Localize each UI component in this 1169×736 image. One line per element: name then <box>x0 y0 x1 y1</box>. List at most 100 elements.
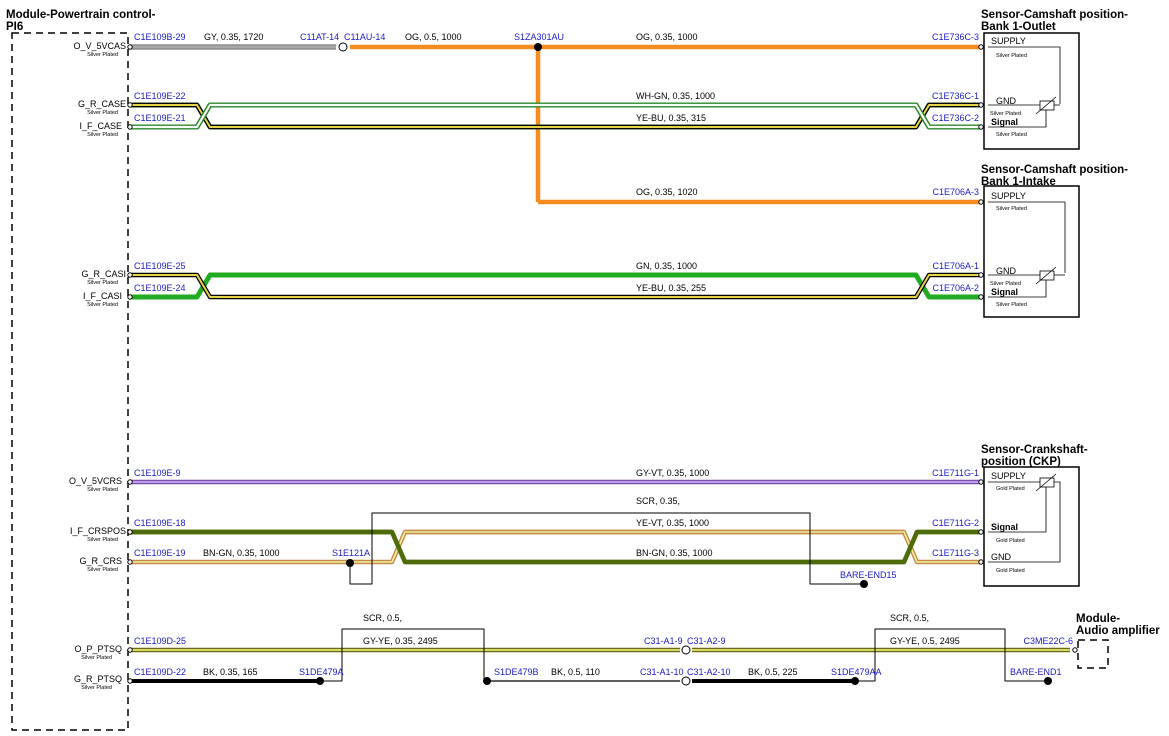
ckp-title-line1: Sensor-Crankshaft- <box>981 444 1088 456</box>
pin-label: O_P_PTSQ <box>74 644 122 654</box>
wire-label: OG, 0.35, 1000 <box>636 32 698 42</box>
wire-scr-shield-crs <box>349 512 864 585</box>
sensor-pin-plating: Gold Plated <box>996 538 1025 544</box>
pcm-title-line1: Module-Powertrain control- <box>6 9 156 21</box>
inline-connectors <box>338 42 691 686</box>
sensor-pin-labels: SUPPLY Silver Plated GND Silver Plated S… <box>990 36 1027 574</box>
connector-label: C31-A1-9 <box>644 636 683 646</box>
connector-label: C31-A1-10 <box>640 667 684 677</box>
wire-label: GY-YE, 0.5, 2495 <box>890 636 960 646</box>
connector-label: C1E109E-9 <box>134 468 181 478</box>
pin-label: I_F_CASI <box>83 291 122 301</box>
pin-plating: Silver Plated <box>87 302 118 308</box>
pin-label: I_F_CASE <box>79 121 122 131</box>
connector-label: C1E109E-21 <box>134 113 186 123</box>
pin-plating: Silver Plated <box>87 537 118 543</box>
pin-label: G_R_CRS <box>79 556 122 566</box>
sensor-pin-plating: Silver Plated <box>996 53 1027 59</box>
connector-label: S1DE479B <box>494 667 539 677</box>
sensor-pin-plating: Silver Plated <box>996 302 1027 308</box>
pin-plating: Silver Plated <box>87 110 118 116</box>
connector-label: C1E109D-22 <box>134 667 186 677</box>
wire-label: SCR, 0.5, <box>890 613 929 623</box>
connector-label: C1E109D-25 <box>134 636 186 646</box>
sensor-pin-label: GND <box>996 266 1017 276</box>
cam-outlet-title-line1: Sensor-Camshaft position- <box>981 9 1128 21</box>
cam-intake-title-line1: Sensor-Camshaft position- <box>981 164 1128 176</box>
connector-label: C11AU-14 <box>344 32 385 42</box>
connector-label: C3ME22C-6 <box>1023 636 1073 646</box>
module-crankshaft-sensor: Sensor-Crankshaft- position (CKP) <box>981 444 1088 587</box>
sensor-pin-label: GND <box>991 552 1012 562</box>
pin-label: O_V_5VCAS <box>73 41 126 51</box>
connector-label: S1E121A <box>332 548 370 558</box>
wire-label: BN-GN, 0.35, 1000 <box>636 548 713 558</box>
connector-label: C1E736C-1 <box>932 91 979 101</box>
module-cam-sensor-outlet: Sensor-Camshaft position- Bank 1-Outlet <box>981 9 1128 150</box>
pcm-title-line2: PI6 <box>6 21 23 33</box>
connector-label: C1E109E-19 <box>134 548 186 558</box>
wire-label: GY, 0.35, 1720 <box>204 32 263 42</box>
connector-label: C1E109E-25 <box>134 261 186 271</box>
pin-plating: Silver Plated <box>81 655 112 661</box>
connector-label: C1E711G-2 <box>932 518 979 528</box>
pin-label: G_R_CASE <box>78 99 126 109</box>
wires <box>130 44 1070 683</box>
audio-title-line2: Audio amplifier <box>1076 625 1160 637</box>
connector-label: C1E736C-3 <box>932 32 979 42</box>
connector-label: C1E109E-24 <box>134 283 186 293</box>
wire-label: BK, 0.5, 110 <box>551 667 600 677</box>
wire-label: GN, 0.35, 1000 <box>636 261 697 271</box>
wire-label: YE-BU, 0.35, 315 <box>636 113 706 123</box>
sensor-pin-label: SUPPLY <box>991 36 1026 46</box>
pin-plating: Silver Plated <box>87 567 118 573</box>
wire-label: YE-VT, 0.35, 1000 <box>636 518 709 528</box>
sensor-pin-label: Signal <box>991 522 1018 532</box>
wire-case-twisted-pair <box>130 102 980 130</box>
pin-plating: Silver Plated <box>87 487 118 493</box>
connector-label: C1E711G-3 <box>932 548 979 558</box>
cam-outlet-title-line2: Bank 1-Outlet <box>981 21 1056 33</box>
module-audio-amplifier: Module- Audio amplifier <box>1076 613 1160 669</box>
wire-label: GY-YE, 0.35, 2495 <box>363 636 438 646</box>
wire-label: YE-BU, 0.35, 255 <box>636 283 706 293</box>
wire-casi-twisted-pair <box>130 272 980 300</box>
connector-label: S1ZA301AU <box>514 32 564 42</box>
pcm-pin-labels: O_V_5VCAS Silver Plated G_R_CASE Silver … <box>69 41 126 691</box>
pin-label: G_R_PTSQ <box>74 674 122 684</box>
connector-label: BARE-END15 <box>840 570 897 580</box>
wire-label: OG, 0.35, 1020 <box>636 187 698 197</box>
connector-label: S1DE479A <box>299 667 344 677</box>
wire-label: BN-GN, 0.35, 1000 <box>203 548 280 558</box>
connector-label: C1E706A-3 <box>932 187 979 197</box>
sensor-pin-label: SUPPLY <box>991 471 1026 481</box>
connector-label: C1E736C-2 <box>932 113 979 123</box>
pin-plating: Silver Plated <box>87 52 118 58</box>
sensor-pin-label: SUPPLY <box>991 191 1026 201</box>
pin-plating: Silver Plated <box>81 685 112 691</box>
connector-label: BARE-END1 <box>1010 667 1062 677</box>
wiring-diagram: Module-Powertrain control- PI6 Sensor-Ca… <box>6 9 1160 731</box>
connector-label: C31-A2-10 <box>687 667 731 677</box>
connector-label: C1E711G-1 <box>932 468 979 478</box>
sensor-pin-plating: Silver Plated <box>996 132 1027 138</box>
connector-label: S1DE479AA <box>831 667 882 677</box>
wire-label: OG, 0.5, 1000 <box>405 32 462 42</box>
wire-label: WH-GN, 0.35, 1000 <box>636 91 715 101</box>
pin-label: O_V_5VCRS <box>69 476 122 486</box>
connector-label: C1E706A-2 <box>932 283 979 293</box>
pin-label: G_R_CASI <box>81 269 126 279</box>
audio-title-line1: Module- <box>1076 613 1120 625</box>
pin-plating: Silver Plated <box>87 280 118 286</box>
connector-label: C1E109E-18 <box>134 518 186 528</box>
wire-label: SCR, 0.5, <box>363 613 402 623</box>
ckp-title-line2: position (CKP) <box>981 456 1061 468</box>
pin-label: I_F_CRSPOS <box>70 526 126 536</box>
connector-label: C1E109E-22 <box>134 91 186 101</box>
wire-label: SCR, 0.35, <box>636 496 680 506</box>
connector-label: C1E706A-1 <box>932 261 979 271</box>
sensor-pin-label: Signal <box>991 117 1018 127</box>
connector-label: C31-A2-9 <box>687 636 726 646</box>
sensor-pin-label: GND <box>996 96 1017 106</box>
splice-dots <box>316 43 1052 685</box>
